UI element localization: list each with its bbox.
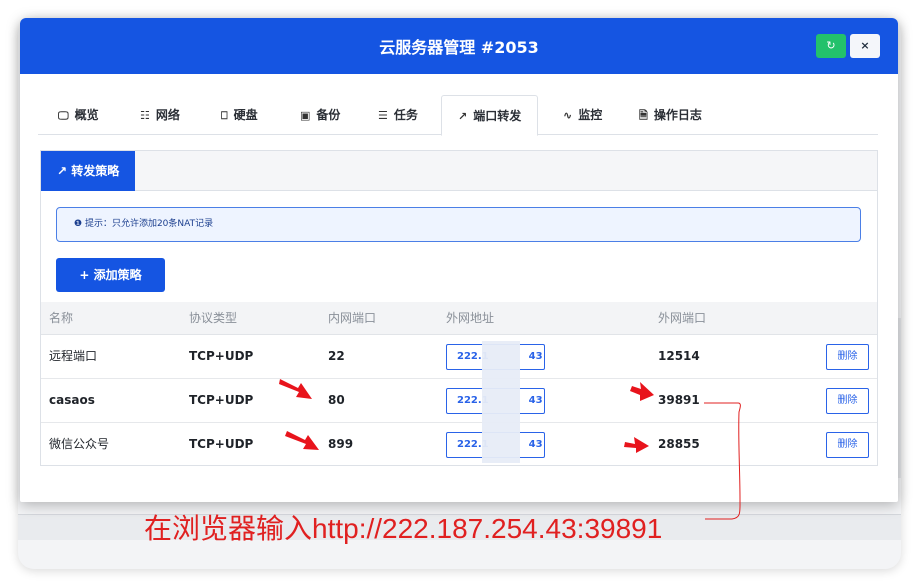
annotation-caption: 在浏览器输入http://222.187.254.43:39891 — [144, 513, 663, 544]
annotation-overlay — [279, 379, 741, 520]
red-arrow-icon — [624, 437, 649, 453]
red-arrow-icon — [630, 382, 654, 401]
red-arrow-icon — [279, 379, 312, 399]
connector-line — [704, 402, 741, 520]
red-arrow-icon — [285, 431, 319, 450]
